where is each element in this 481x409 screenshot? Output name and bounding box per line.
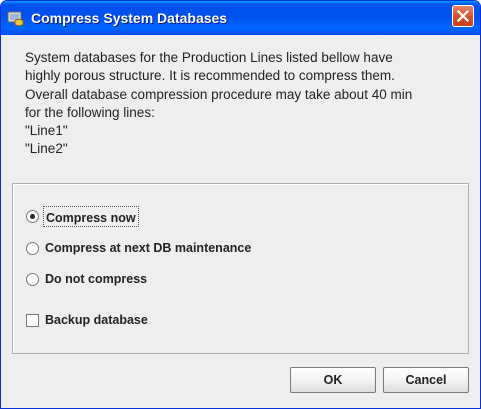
message-line: Overall database compression procedure m… bbox=[25, 86, 413, 102]
close-icon bbox=[457, 10, 469, 22]
cancel-button[interactable]: Cancel bbox=[383, 367, 469, 393]
focus-indicator: Compress now bbox=[43, 205, 139, 227]
compress-now-radio[interactable] bbox=[26, 209, 39, 223]
message-line: highly porous structure. It is recommend… bbox=[25, 68, 395, 84]
dialog-content: System databases for the Production Line… bbox=[1, 35, 480, 408]
do-not-compress-radio[interactable] bbox=[26, 272, 39, 286]
close-button[interactable] bbox=[452, 5, 474, 27]
message-line: "Line2" bbox=[25, 141, 68, 157]
compress-next-option[interactable]: Compress at next DB maintenance bbox=[26, 239, 251, 257]
message-line: "Line1" bbox=[25, 123, 68, 139]
database-icon bbox=[7, 9, 25, 27]
message-line: System databases for the Production Line… bbox=[25, 50, 393, 65]
backup-checkbox[interactable] bbox=[26, 313, 39, 327]
message-line: for the following lines: bbox=[25, 104, 155, 120]
compress-now-option[interactable]: Compress now bbox=[26, 205, 139, 227]
do-not-compress-option[interactable]: Do not compress bbox=[26, 270, 147, 288]
options-panel: Compress now Compress at next DB mainten… bbox=[12, 183, 469, 354]
window-title: Compress System Databases bbox=[31, 10, 228, 26]
compress-next-radio[interactable] bbox=[26, 241, 39, 255]
dialog-window: Compress System Databases System databas… bbox=[0, 0, 481, 409]
title-bar[interactable]: Compress System Databases bbox=[1, 1, 480, 35]
message-text: System databases for the Production Line… bbox=[25, 49, 465, 159]
ok-button[interactable]: OK bbox=[290, 367, 376, 393]
do-not-compress-label: Do not compress bbox=[45, 272, 148, 286]
backup-option[interactable]: Backup database bbox=[26, 311, 148, 329]
backup-label: Backup database bbox=[45, 313, 148, 327]
compress-now-label: Compress now bbox=[46, 210, 136, 225]
compress-next-label: Compress at next DB maintenance bbox=[45, 241, 252, 255]
